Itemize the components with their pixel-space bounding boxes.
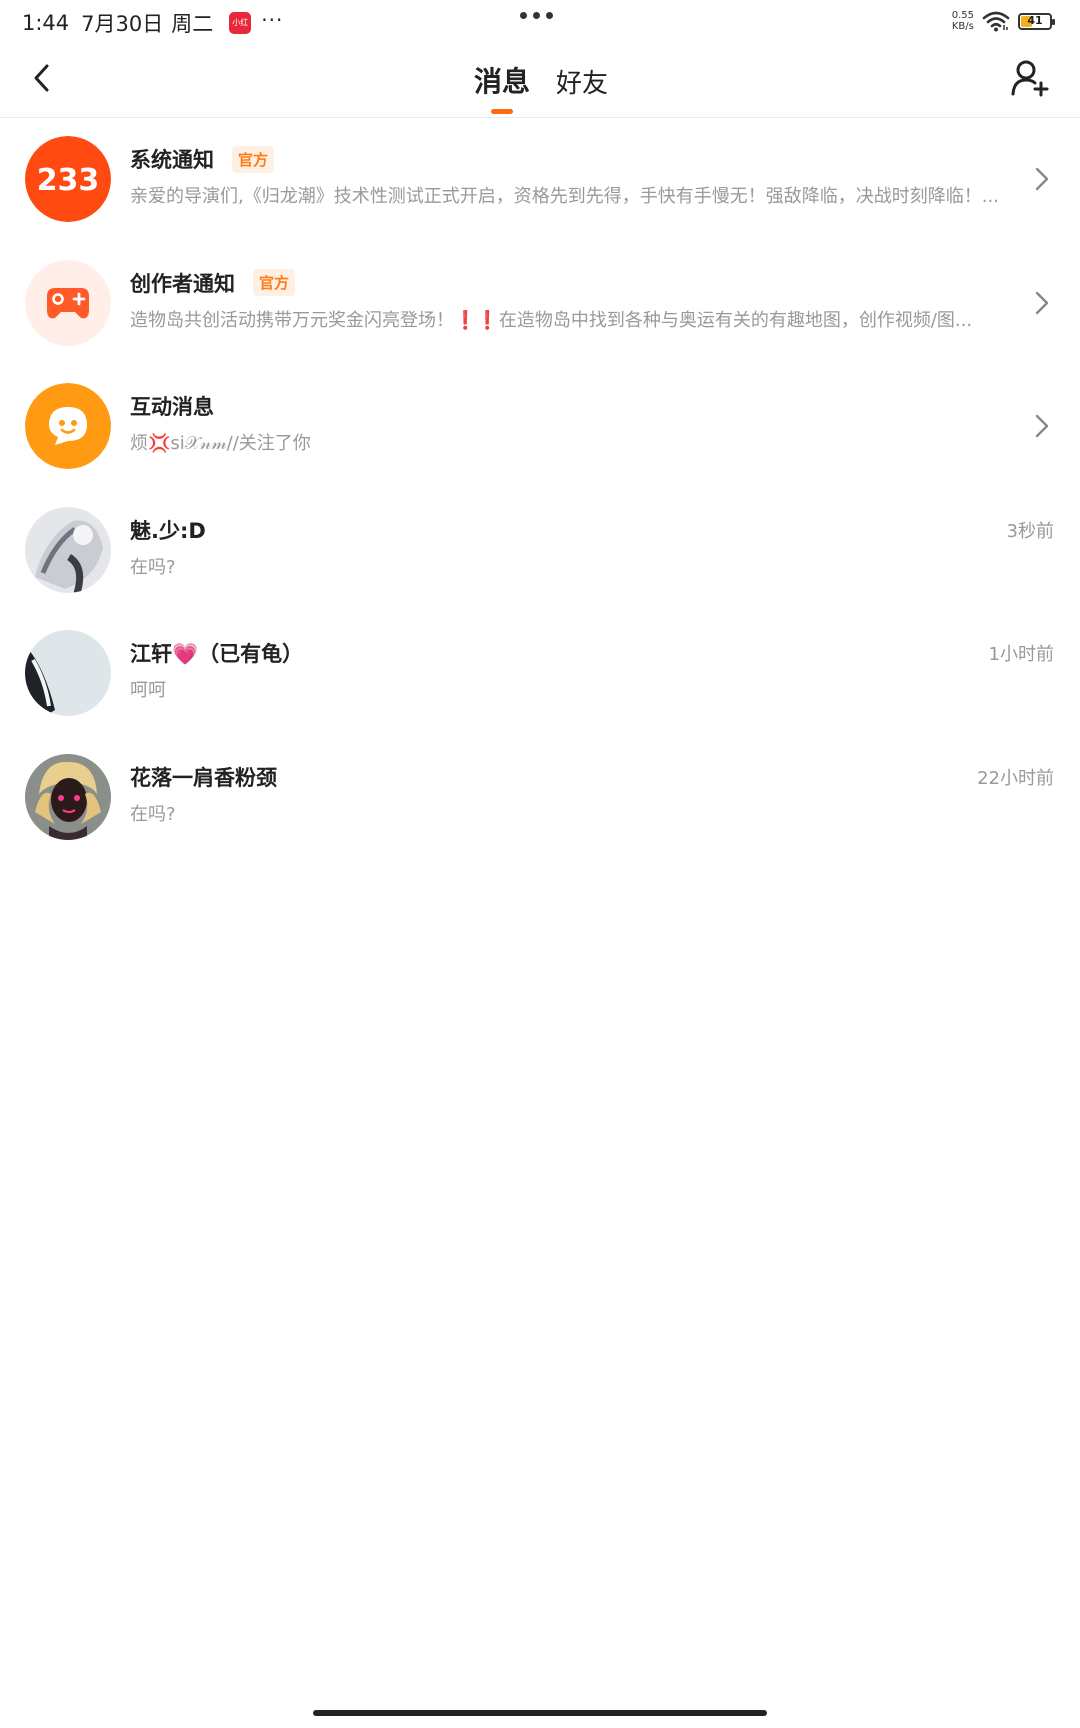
list-item-interaction-messages[interactable]: 互动消息 烦💢si𝒳𝓃𝓂//关注了你	[0, 365, 1080, 489]
message-list: 233 系统通知 官方 亲爱的导演们,《归龙潮》技术性测试正式开启，资格先到先得…	[0, 118, 1080, 859]
battery-icon: 41	[1018, 12, 1055, 30]
official-badge: 官方	[253, 269, 296, 296]
user-avatar-image	[25, 506, 111, 593]
back-button[interactable]	[22, 58, 62, 98]
list-item-chat[interactable]: 江轩💗（已有龟） 呵呵 1小时前	[0, 612, 1080, 736]
avatar	[25, 259, 111, 346]
status-bar: 1:44 7月30日 周二 小红书 ··· 0.55 KB/s 41	[0, 0, 1080, 49]
chevron-left-icon	[34, 64, 49, 92]
wifi-icon	[982, 11, 1010, 32]
active-tab-indicator	[491, 109, 513, 114]
header: 消息 好友	[0, 44, 1080, 118]
list-item-creator-notice[interactable]: 创作者通知 官方 造物岛共创活动携带万元奖金闪亮登场！❗❗在造物岛中找到各种与奥…	[0, 242, 1080, 366]
multiwindow-handle-icon[interactable]	[520, 12, 553, 19]
user-avatar-image	[25, 630, 111, 716]
net-speed-unit: KB/s	[951, 21, 974, 32]
net-speed: 0.55 KB/s	[952, 10, 974, 32]
notification-app-icon: 小红书	[229, 12, 252, 49]
home-indicator[interactable]	[313, 1710, 767, 1716]
message-title: 系统通知	[130, 148, 214, 172]
chat-bubble-icon	[25, 383, 111, 469]
message-preview: 烦💢si𝒳𝓃𝓂//关注了你	[130, 433, 311, 454]
message-preview: 亲爱的导演们,《归龙潮》技术性测试正式开启，资格先到先得，手快有手慢无！强敌降临…	[130, 186, 999, 207]
battery-level: 41	[1027, 13, 1043, 27]
message-title: 互动消息	[130, 395, 214, 419]
avatar	[25, 753, 111, 840]
avatar-logo-text: 233	[37, 163, 100, 198]
message-title: 创作者通知	[130, 271, 235, 296]
chevron-right-icon	[1035, 167, 1049, 191]
gamepad-icon	[25, 259, 111, 346]
avatar	[25, 506, 111, 593]
message-preview: 在吗?	[130, 803, 176, 825]
add-friend-icon[interactable]	[1008, 56, 1052, 100]
chevron-right-icon	[1035, 291, 1049, 314]
status-date: 7月30日	[81, 12, 164, 36]
tab-friends[interactable]: 好友	[556, 63, 608, 100]
message-preview: 呵呵	[130, 680, 166, 701]
list-item-chat[interactable]: 魅.少:D 在吗? 3秒前	[0, 489, 1080, 613]
tab-bar: 消息 好友	[474, 60, 634, 114]
list-item-system-notice[interactable]: 233 系统通知 官方 亲爱的导演们,《归龙潮》技术性测试正式开启，资格先到先得…	[0, 118, 1080, 242]
list-item-chat[interactable]: 花落一肩香粉颈 在吗? 22小时前	[0, 736, 1080, 860]
message-preview: 造物岛共创活动携带万元奖金闪亮登场！❗❗在造物岛中找到各种与奥运有关的有趣地图，…	[130, 309, 973, 331]
message-title: 魅.少:D	[130, 518, 206, 543]
status-time: 1:44	[22, 11, 70, 35]
tab-messages-label: 消息	[474, 65, 531, 98]
message-time: 1小时前	[988, 644, 1054, 665]
message-title: 花落一肩香粉颈	[130, 765, 277, 790]
chevron-right-icon	[1035, 414, 1049, 438]
message-time: 22小时前	[977, 767, 1054, 789]
status-weekday: 周二	[171, 12, 214, 36]
avatar	[25, 630, 111, 716]
more-notifications-icon: ···	[261, 8, 284, 32]
message-time: 3秒前	[1006, 520, 1054, 542]
avatar: 233	[25, 136, 111, 222]
avatar	[25, 383, 111, 469]
official-badge: 官方	[232, 145, 275, 173]
233-logo-icon: 233	[25, 136, 111, 222]
tab-friends-label: 好友	[556, 69, 609, 99]
message-preview: 在吗?	[130, 556, 176, 578]
tab-messages[interactable]: 消息	[474, 60, 531, 114]
message-title: 江轩💗（已有龟）	[130, 642, 304, 666]
net-speed-value: 0.55	[951, 10, 974, 21]
user-avatar-image	[25, 753, 111, 840]
